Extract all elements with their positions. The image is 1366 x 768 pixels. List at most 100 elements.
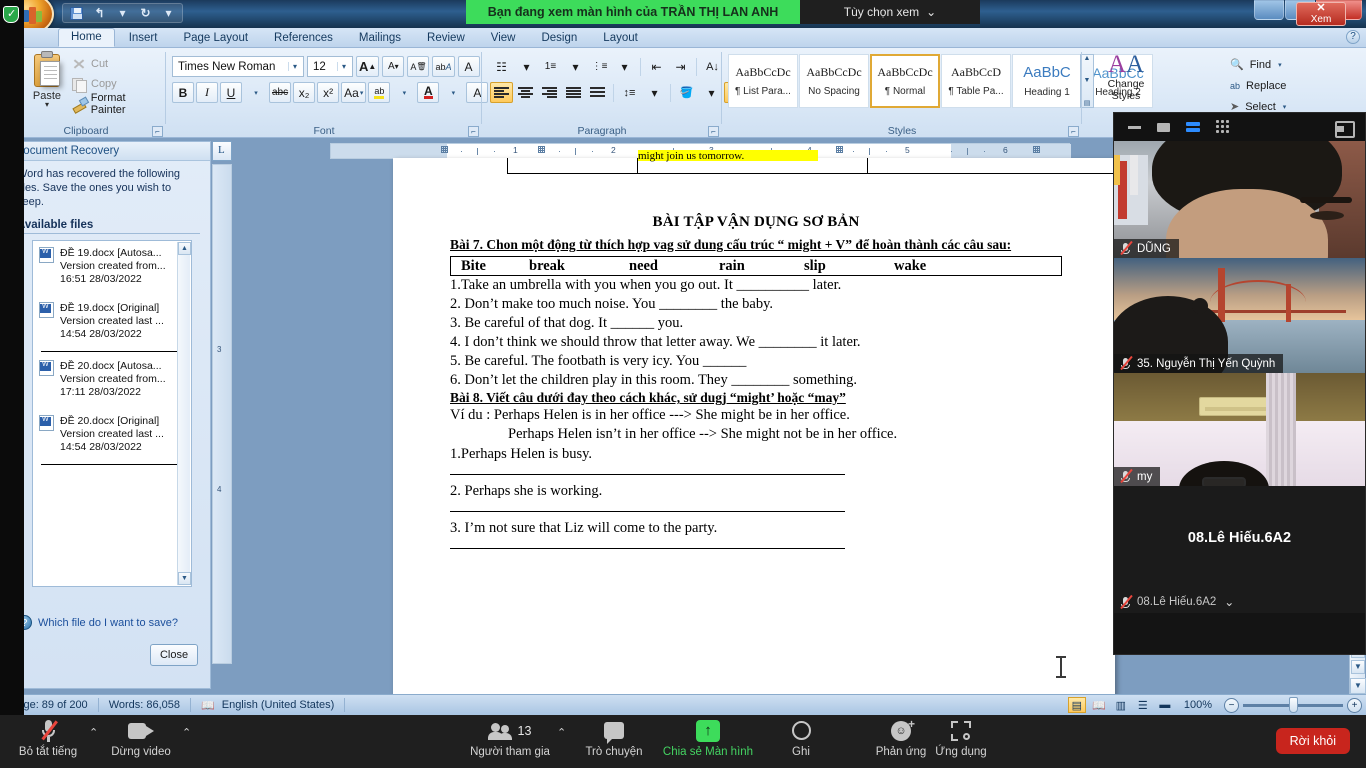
tab-page-layout[interactable]: Page Layout xyxy=(171,30,260,47)
tab-selector-button[interactable] xyxy=(212,141,232,161)
italic-button[interactable]: I xyxy=(196,82,218,103)
change-styles-button[interactable]: AA Change Styles xyxy=(1100,52,1152,103)
document-content[interactable]: might join us tomorrow. BÀI TẬP VẬN DỤNG… xyxy=(450,150,1119,556)
chat-button[interactable]: Trò chuyện xyxy=(568,719,660,758)
zoom-out-button[interactable]: − xyxy=(1224,697,1239,713)
numbering-dropdown-icon[interactable]: ▾ xyxy=(564,56,587,77)
tab-review[interactable]: Review xyxy=(415,30,477,47)
styles-gallery-scrollbar[interactable]: ▲ ▼ ▤ xyxy=(1080,54,1094,108)
grow-font-button[interactable]: A ▲ xyxy=(356,56,380,77)
zoom-slider-knob[interactable] xyxy=(1289,696,1298,713)
format-painter-button[interactable]: Format Painter xyxy=(68,92,166,116)
zoom-slider[interactable] xyxy=(1243,696,1343,713)
align-left-icon[interactable] xyxy=(490,82,513,103)
paste-button[interactable]: Paste ▾ xyxy=(24,51,70,118)
clear-formatting-button[interactable]: A 🗑 xyxy=(407,56,430,77)
distributed-icon[interactable] xyxy=(586,82,609,103)
justify-icon[interactable] xyxy=(562,82,585,103)
font-color-dropdown-icon[interactable]: ▾ xyxy=(442,82,464,103)
full-screen-reading-view-icon[interactable]: 📖 xyxy=(1090,697,1108,713)
chevron-down-icon[interactable]: ▾ xyxy=(45,101,49,109)
recovered-files-list[interactable]: ĐỀ 19.docx [Autosa... Version created fr… xyxy=(32,240,192,587)
chevron-down-icon[interactable]: ▾ xyxy=(288,62,301,71)
scroll-up-icon[interactable]: ▲ xyxy=(178,242,191,255)
decrease-indent-icon[interactable]: ⇤ xyxy=(645,56,668,77)
video-tile-dung[interactable]: DŨNG xyxy=(1114,141,1365,258)
find-button[interactable]: 🔍 Find ▾ xyxy=(1226,54,1286,75)
align-center-icon[interactable] xyxy=(514,82,537,103)
list-item[interactable]: ĐỀ 20.docx [Original] Version created la… xyxy=(33,401,191,456)
font-dialog-launcher[interactable]: ⌐ xyxy=(468,126,479,137)
tab-design[interactable]: Design xyxy=(529,30,589,47)
web-layout-view-icon[interactable]: ▥ xyxy=(1112,697,1130,713)
tab-home[interactable]: Home xyxy=(58,28,115,47)
next-page-icon[interactable]: ▼ xyxy=(1351,660,1365,674)
tab-insert[interactable]: Insert xyxy=(117,30,170,47)
answer-line[interactable] xyxy=(450,548,845,549)
share-screen-button[interactable]: ↑ Chia sẻ Màn hình xyxy=(661,719,755,758)
numbering-icon[interactable]: 1≡ xyxy=(539,56,562,77)
participants-button[interactable]: 13 Người tham gia xyxy=(464,719,556,758)
minimize-icon[interactable] xyxy=(1128,125,1141,129)
gallery-view-icon[interactable] xyxy=(1216,120,1230,134)
multilevel-list-icon[interactable]: ⋮≡ xyxy=(588,56,611,77)
list-item[interactable]: ĐỀ 20.docx [Autosa... Version created fr… xyxy=(33,352,191,401)
line-spacing-icon[interactable]: ↕≡ xyxy=(618,82,641,103)
shading-dropdown-icon[interactable]: ▾ xyxy=(700,82,723,103)
tab-layout[interactable]: Layout xyxy=(591,30,650,47)
shading-icon[interactable]: 🪣 xyxy=(675,82,698,103)
style-normal[interactable]: AaBbCcDc ¶ Normal xyxy=(870,54,940,108)
underline-button[interactable]: U xyxy=(220,82,242,103)
bold-button[interactable]: B xyxy=(172,82,194,103)
styles-dialog-launcher[interactable]: ⌐ xyxy=(1068,126,1079,137)
shrink-font-button[interactable]: A ▾ xyxy=(382,56,405,77)
line-spacing-dropdown-icon[interactable]: ▾ xyxy=(643,82,666,103)
scroll-down-icon[interactable]: ▼ xyxy=(178,572,191,585)
outline-view-icon[interactable]: ☰ xyxy=(1134,697,1152,713)
video-tile-active-speaker[interactable]: 08.Lê Hiếu.6A2 08.Lê Hiếu.6A2 ⌄ xyxy=(1114,486,1365,613)
change-case-button[interactable]: Aa ▾ xyxy=(341,82,367,103)
recovery-help-link[interactable]: ? Which file do I want to save? xyxy=(17,615,178,630)
video-button[interactable]: Dừng video xyxy=(95,719,187,758)
increase-indent-icon[interactable]: ⇥ xyxy=(669,56,692,77)
subscript-button[interactable]: x₂ xyxy=(293,82,316,103)
clipboard-dialog-launcher[interactable]: ⌐ xyxy=(152,126,163,137)
video-tile-quynh[interactable]: 35. Nguyễn Thị Yến Quỳnh xyxy=(1114,258,1365,373)
language-status[interactable]: 📖 English (United States) xyxy=(191,698,346,712)
tab-references[interactable]: References xyxy=(262,30,345,47)
draft-view-icon[interactable]: ▬ xyxy=(1156,697,1174,713)
minimize-button[interactable] xyxy=(1254,0,1284,20)
style-no-spacing[interactable]: AaBbCcDc No Spacing xyxy=(799,54,869,108)
apps-button[interactable]: Ứng dụng xyxy=(915,719,1007,758)
maximize-icon[interactable] xyxy=(1157,122,1170,132)
font-name-combo[interactable]: Times New Roman ▾ xyxy=(172,56,304,77)
video-options-chevron-icon[interactable]: ⌃ xyxy=(182,726,191,739)
multilevel-dropdown-icon[interactable]: ▾ xyxy=(613,56,636,77)
answer-line[interactable] xyxy=(450,511,845,512)
chevron-down-icon[interactable]: ⌄ xyxy=(1224,595,1234,609)
more-styles-icon[interactable]: ▤ xyxy=(1084,99,1091,107)
help-icon[interactable]: ? xyxy=(1346,30,1360,44)
superscript-button[interactable]: x² xyxy=(317,82,340,103)
document-page[interactable]: might join us tomorrow. BÀI TẬP VẬN DỤNG… xyxy=(393,150,1119,768)
tab-view[interactable]: View xyxy=(479,30,528,47)
video-tile-my[interactable]: my xyxy=(1114,373,1365,486)
zoom-level[interactable]: 100% xyxy=(1184,699,1212,711)
speaker-view-icon[interactable] xyxy=(1186,122,1200,132)
font-color-button[interactable]: A xyxy=(417,82,440,103)
popout-icon[interactable] xyxy=(1335,120,1355,138)
align-right-icon[interactable] xyxy=(538,82,561,103)
cut-button[interactable]: Cut xyxy=(68,54,166,74)
recovery-list-scrollbar[interactable]: ▲ ▼ xyxy=(177,242,191,585)
participants-chevron-icon[interactable]: ⌃ xyxy=(557,726,566,739)
strikethrough-button[interactable]: abc xyxy=(269,82,292,103)
mute-button[interactable]: Bỏ tắt tiếng xyxy=(2,719,94,758)
replace-button[interactable]: ab Replace xyxy=(1226,75,1286,96)
phonetic-guide-button[interactable]: ab A xyxy=(432,56,455,77)
copy-button[interactable]: Copy xyxy=(68,74,166,94)
recovery-close-button[interactable]: Close xyxy=(150,644,198,666)
vertical-ruler[interactable]: 3 4 xyxy=(212,164,232,664)
leave-meeting-button[interactable]: Rời khỏi xyxy=(1275,728,1350,754)
zoom-view-options-button[interactable]: Tùy chọn xem ⌄ xyxy=(800,0,980,24)
character-border-button[interactable]: A xyxy=(457,56,480,77)
